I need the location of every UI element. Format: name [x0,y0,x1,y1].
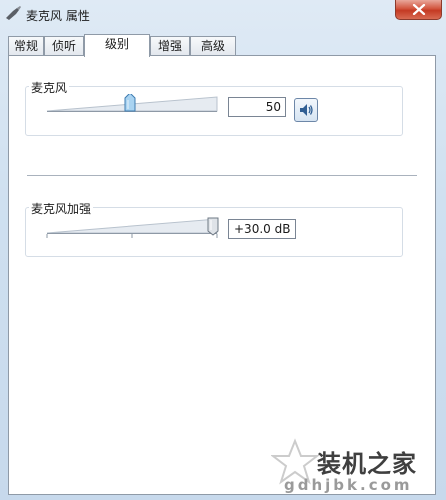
microphone-boost-value[interactable]: +30.0 dB [228,219,296,239]
tab-enhancements[interactable]: 增强 [150,36,190,55]
tab-label: 级别 [104,37,129,51]
close-icon [412,4,426,15]
close-button[interactable] [395,0,442,20]
boost-value-text: +30.0 dB [234,222,291,236]
boost-slider-thumb[interactable] [207,217,219,236]
window-title: 麦克风 属性 [26,9,90,23]
tab-general[interactable]: 常规 [8,36,44,55]
microphone-boost-slider[interactable] [45,216,221,240]
microphone-level-slider[interactable] [45,94,221,118]
watermark-name: 装机之家 [317,450,417,478]
microphone-level-value[interactable]: 50 [228,97,286,117]
tab-levels[interactable]: 级别 [84,34,150,57]
properties-window: 麦克风 属性 常规 侦听 级别 增强 高级 麦克风 50 麦克风加强 +30.0… [0,0,446,500]
tab-label: 增强 [157,39,182,53]
tab-label: 侦听 [51,39,76,53]
watermark-url: gdhjbk.com [284,476,413,494]
level-value-text: 50 [265,100,281,114]
tab-label: 常规 [13,39,38,53]
section-divider [27,175,417,176]
tab-advanced[interactable]: 高级 [190,36,236,55]
microphone-boost-label: 麦克风加强 [29,200,94,217]
levels-panel: 麦克风 50 麦克风加强 +30.0 dB 装机之家 gdhjbk.com [8,55,436,495]
tab-listen[interactable]: 侦听 [44,36,84,55]
tab-label: 高级 [200,39,225,53]
microphone-app-icon [6,6,21,20]
microphone-slider-thumb[interactable] [124,94,136,112]
title-bar[interactable]: 麦克风 属性 [0,0,446,30]
speaker-icon [300,104,313,116]
mute-toggle-button[interactable] [294,98,318,122]
